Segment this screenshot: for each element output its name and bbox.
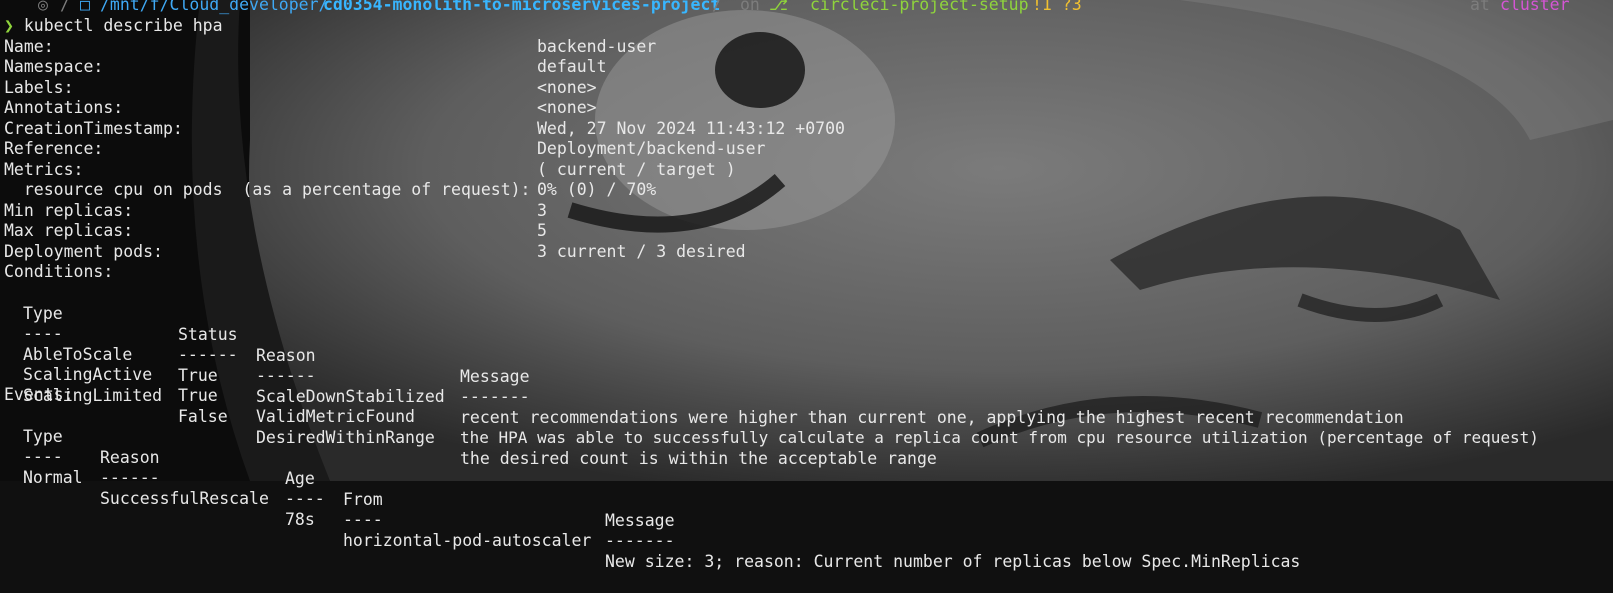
column-header: From [343,489,383,509]
field-key: Max replicas: [4,221,134,240]
field-key: Reference: [4,139,104,158]
field-row: Namespace: default [4,56,607,77]
field-value: ( current / target ) [537,159,736,179]
event-type: Normal [23,467,83,487]
field-value: Deployment/backend-user [537,139,766,158]
events-header-row: Type Reason Age From Message [4,405,675,530]
condition-status: True [178,386,218,405]
field-key: Metrics: [4,159,84,179]
event-reason: SuccessfulRescale [100,488,269,508]
table-row: AbleToScale True ScaleDownStabilized rec… [4,323,1404,427]
condition-message: the HPA was able to successfully calcula… [460,428,1539,447]
field-value: <none> [537,77,597,97]
field-key: Annotations: [4,98,124,117]
field-key: Min replicas: [4,200,134,220]
events-divider-row: ---- ------ ---- ---- ------- [4,425,675,550]
folder-icon: □ [80,0,90,14]
field-row: Deployment pods: 3 current / 3 desired [4,241,746,262]
column-header: Message [605,510,675,530]
cwd-path-dir: cd0354-monolith-to-microservices-project [323,0,721,14]
condition-reason: ScaleDownStabilized [256,386,445,406]
field-value: 3 [537,200,547,220]
field-value: 3 current / 3 desired [537,241,746,261]
condition-status: True [178,365,218,385]
field-row: Metrics: ( current / target ) [4,159,736,180]
field-value: 0% (0) / 70% [537,180,657,199]
column-divider: ---- [343,510,383,529]
command-text: kubectl describe hpa [23,16,223,35]
event-age: 78s [285,509,315,529]
condition-status: False [178,406,228,426]
field-key: CreationTimestamp: [4,118,183,138]
prompt-separator: / [712,0,722,14]
field-row: CreationTimestamp: Wed, 27 Nov 2024 11:43… [4,118,845,139]
events-heading: Events: [4,385,74,404]
terminal-window[interactable]: ◎ / □ /mnt/f/Cloud_developer/ cd0354-mon… [0,0,1613,571]
field-row: Annotations: <none> [4,97,597,118]
field-key: resource cpu on pods (as a percentage of… [4,180,531,199]
column-divider: ------ [178,345,238,364]
column-divider: ------ [100,468,160,487]
os-icon: ◎ [38,0,48,14]
field-row: Name: backend-user [4,36,656,57]
condition-reason: DesiredWithinRange [256,427,435,447]
prompt-separator: / [60,0,70,14]
field-value: <none> [537,98,597,117]
column-header: Reason [100,447,160,467]
column-header: Reason [256,345,316,365]
column-header: Message [460,366,530,386]
table-row: Normal SuccessfulRescale 78s horizontal-… [4,446,1300,571]
column-divider: ---- [285,489,325,508]
event-message: New size: 3; reason: Current number of r… [605,551,1301,571]
field-value: backend-user [537,36,657,56]
field-key: Deployment pods: [4,241,163,261]
column-divider: ------ [256,366,316,385]
condition-message: the desired count is within the acceptab… [460,448,937,468]
field-value: Wed, 27 Nov 2024 11:43:12 +0700 [537,118,845,138]
table-row: ScalingActive True ValidMetricFound the … [4,343,1539,447]
column-header: Status [178,324,238,344]
condition-message: recent recommendations were higher than … [460,407,1404,427]
git-branch-name: circleci-project-setup [810,0,1029,14]
conditions-heading: Conditions: [4,262,114,281]
conditions-divider-row: ---- ------ ------ ------- [4,302,530,406]
shell-prompt: ◎ / □ /mnt/f/Cloud_developer/ cd0354-mon… [0,0,1613,16]
field-value: default [537,57,607,76]
field-key: Namespace: [4,57,104,76]
table-row: ScalingLimited False DesiredWithinRange … [4,364,937,468]
column-divider: ------- [605,531,675,550]
field-row: Labels: <none> [4,77,597,98]
field-row: Min replicas: 3 [4,200,547,221]
field-key: Name: [4,36,54,56]
kube-context: cluster [1500,0,1570,14]
column-divider: ------- [460,387,530,406]
condition-reason: ValidMetricFound [256,407,415,426]
conditions-header-row: Type Status Reason Message [4,282,530,386]
on-label: on [740,0,760,14]
field-row: Reference: Deployment/backend-user [4,138,765,159]
git-status: !1 ?3 [1032,0,1082,14]
at-label: at [1470,0,1490,14]
prompt-arrow-icon: ❯ [4,16,14,35]
column-header: Age [285,468,315,488]
field-row: resource cpu on pods (as a percentage of… [4,179,656,200]
cwd-path-prefix: /mnt/f/Cloud_developer/ [100,0,329,14]
field-row: Max replicas: 5 [4,220,547,241]
command-line: ❯ kubectl describe hpa [4,15,223,36]
field-value: 5 [537,221,547,240]
field-key: Labels: [4,77,74,97]
event-from: horizontal-pod-autoscaler [343,530,592,550]
git-branch-icon: ⎇ [769,0,789,14]
